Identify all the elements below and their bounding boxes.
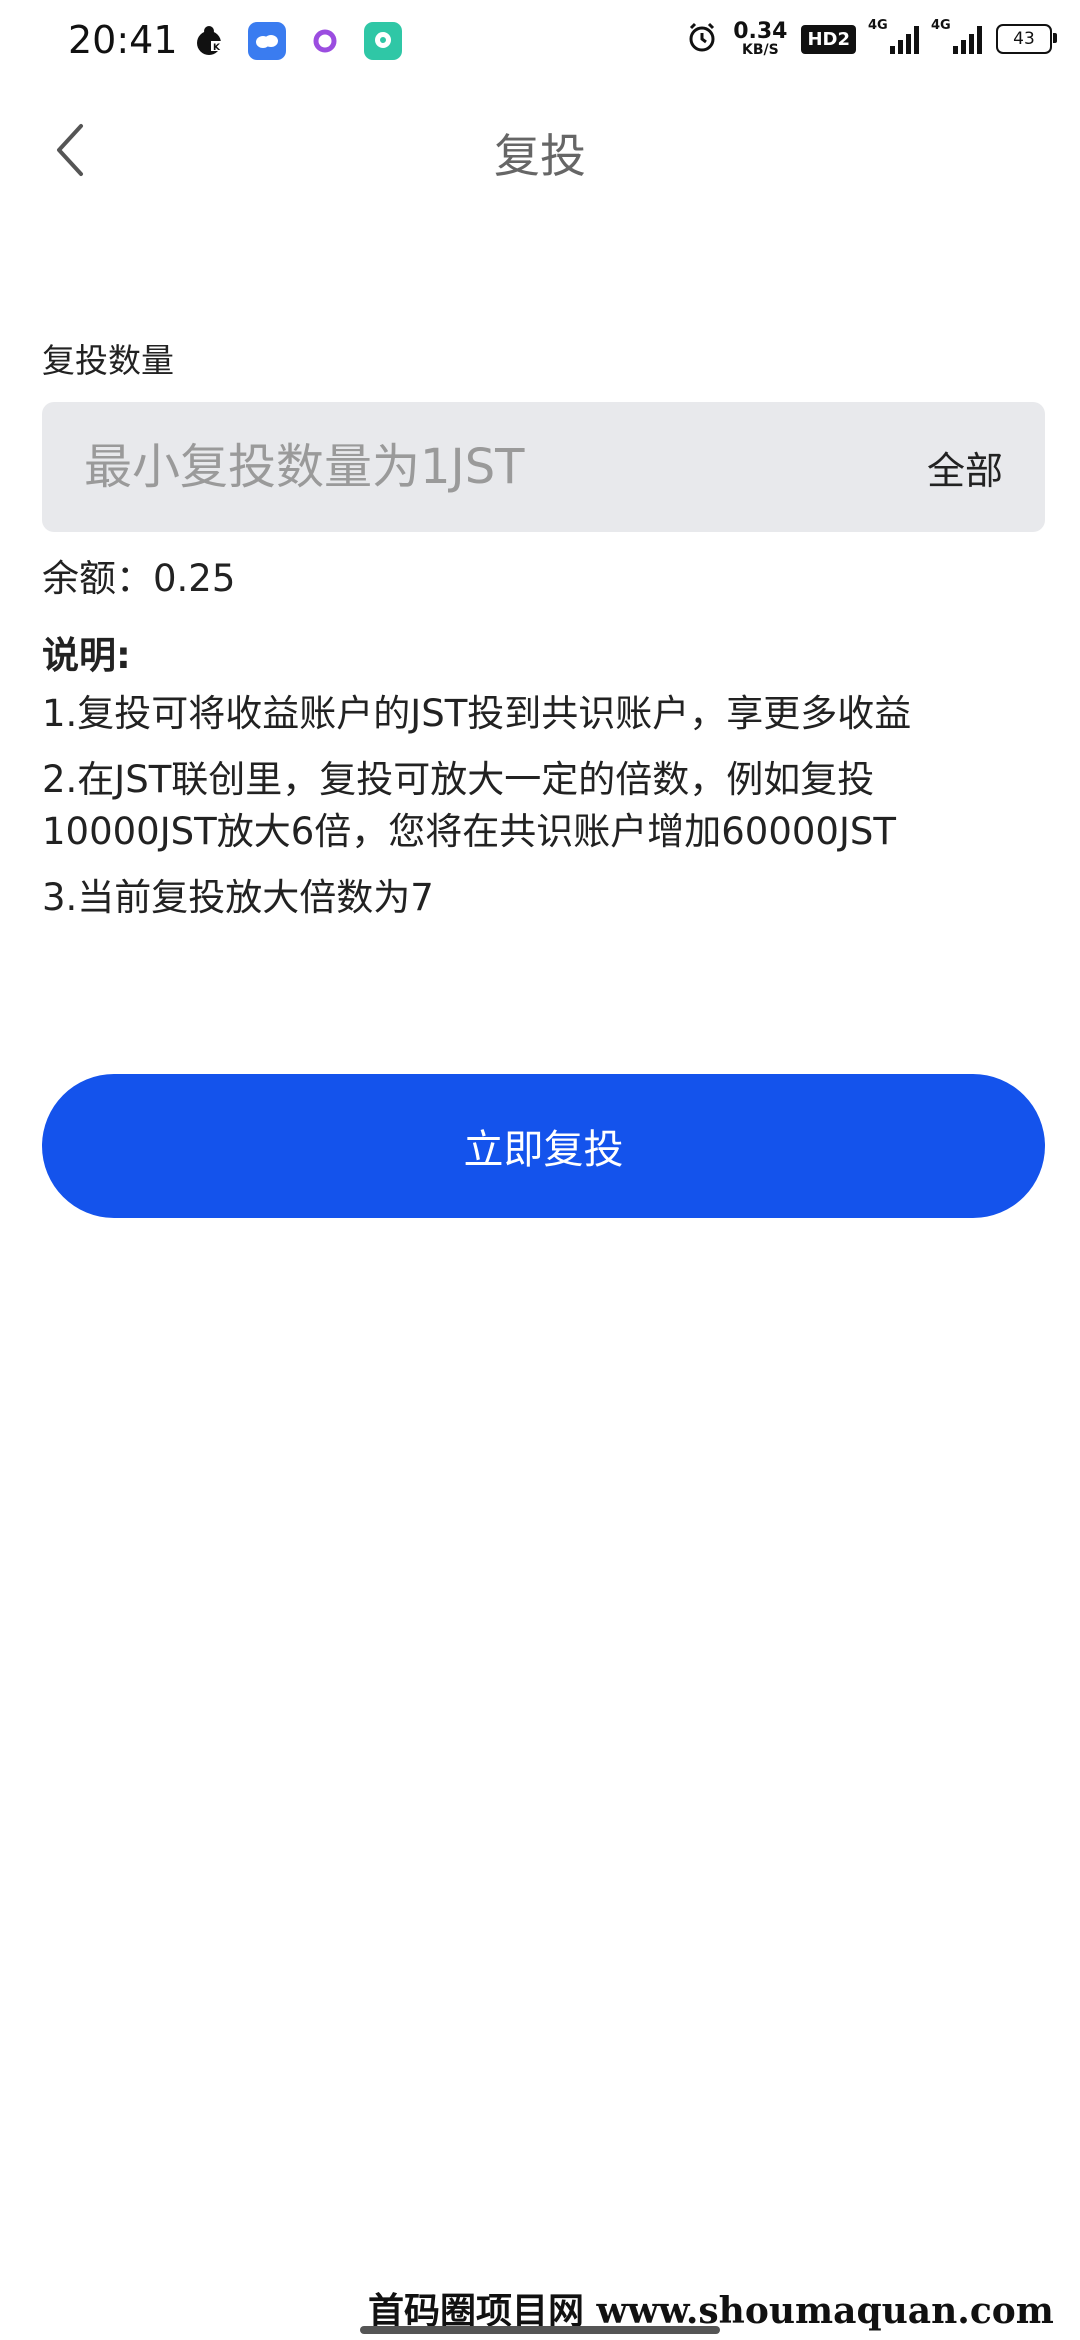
page-title: 复投 [494, 129, 586, 183]
notes-title: 说明: [42, 634, 131, 677]
signal-2-icon: 4G [931, 18, 982, 54]
status-bar: 20:41 K 0.34 KB/S HD2 4G 4G 43 [0, 0, 1080, 84]
signal-2-label: 4G [931, 18, 951, 33]
status-app-icons: K [190, 22, 402, 60]
bug-icon: K [190, 22, 228, 60]
note-item: 2.在JST联创里，复投可放大一定的倍数，例如复投10000JST放大6倍，您将… [42, 758, 896, 853]
battery-icon: 43 [996, 24, 1057, 54]
signal-1-icon: 4G [868, 18, 919, 54]
balance-text: 余额：0.25 [42, 557, 236, 600]
cloud-icon [248, 22, 286, 60]
header: 复投 [0, 84, 1080, 216]
hd-badge: HD2 [801, 24, 856, 54]
svg-text:K: K [213, 43, 221, 53]
signal-1-label: 4G [868, 18, 888, 33]
status-time: 20:41 [68, 18, 178, 62]
alarm-icon [685, 20, 719, 58]
net-speed-value: 0.34 [733, 19, 788, 44]
reinvest-now-button[interactable]: 立即复投 [42, 1074, 1045, 1218]
status-indicators: 0.34 KB/S HD2 4G 4G 43 [685, 18, 1057, 58]
ring-icon [306, 22, 344, 60]
note-item: 1.复投可将收益账户的JST投到共识账户，享更多收益 [42, 692, 912, 735]
notes-section: 说明: 1.复投可将收益账户的JST投到共识账户，享更多收益 2.在JST联创里… [42, 630, 1042, 938]
battery-level: 43 [1013, 29, 1035, 49]
home-indicator[interactable] [360, 2326, 720, 2334]
net-speed: 0.34 KB/S [733, 19, 788, 58]
note-item: 3.当前复投放大倍数为7 [42, 876, 434, 919]
net-speed-unit: KB/S [741, 42, 779, 58]
reinvest-amount-input[interactable] [42, 401, 907, 533]
reinvest-amount-field: 全部 [42, 401, 1045, 533]
all-button[interactable]: 全部 [907, 440, 1045, 495]
reinvest-amount-label: 复投数量 [42, 341, 174, 380]
chat-icon [364, 22, 402, 60]
